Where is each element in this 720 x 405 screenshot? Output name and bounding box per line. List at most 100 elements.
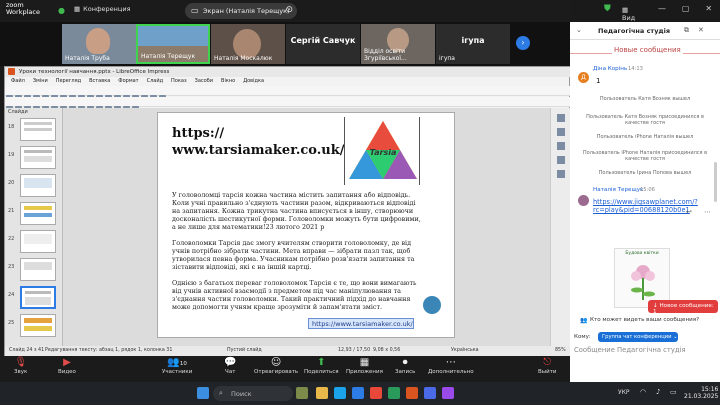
search-icon: ⌕ <box>219 389 223 397</box>
share-button[interactable]: ⬆ Поделиться <box>304 358 339 376</box>
next-page-icon[interactable]: › <box>516 36 530 50</box>
menu-slide[interactable]: Слайд <box>147 78 163 86</box>
menu-insert[interactable]: Вставка <box>89 78 110 86</box>
slide-thumbnail[interactable] <box>20 258 56 281</box>
windows-start-icon[interactable] <box>197 387 209 399</box>
impress-menu-bar: Файл Зміни Перегляд Вставка Формат Слайд… <box>5 77 571 86</box>
master-slides-icon[interactable] <box>557 156 565 164</box>
popout-icon[interactable]: ⧉ <box>684 26 689 35</box>
impress-title-bar: Уроки технології навчання.pptx - LibreOf… <box>5 67 571 77</box>
chat-sender-name[interactable]: Наталія Терещук <box>593 187 643 193</box>
taskbar-search[interactable]: ⌕ Поиск <box>213 386 293 401</box>
security-shield-icon[interactable]: ⛊ <box>604 4 611 14</box>
impress-taskbar-icon[interactable] <box>406 387 418 399</box>
leave-button[interactable]: ⎋ Выйти <box>538 357 556 376</box>
slide-paragraph-2[interactable]: Головоломки Тарсія дає змогу вчителям ст… <box>172 239 422 271</box>
menu-view[interactable]: Перегляд <box>56 78 81 86</box>
minimize-icon[interactable]: — <box>658 4 666 13</box>
participant-tile[interactable]: Наталія Москалюк <box>211 24 285 64</box>
chat-close-icon[interactable]: ✕ <box>698 26 704 34</box>
slide-link-textbox[interactable]: https://www.tarsiamaker.co.uk/ <box>308 318 414 329</box>
video-gallery: Наталія Труба Наталія Терещук Наталія Мо… <box>0 22 570 66</box>
react-button[interactable]: ☺ Отреагировать <box>254 358 298 376</box>
recipient-selector[interactable]: Группа чат конференции ⌄ <box>598 332 678 342</box>
new-message-button[interactable]: ↓ Новое сообщение: 1 <box>648 300 718 315</box>
chat-message[interactable]: 1 <box>596 77 600 85</box>
record-button[interactable]: ⏺ Запись <box>395 358 415 376</box>
participant-tile-active[interactable]: Наталія Терещук <box>136 24 210 64</box>
logo-text: Tarsia <box>370 148 397 157</box>
chat-button[interactable]: 💬 Чат <box>224 358 236 376</box>
taskbar-clock[interactable]: 15:16 21.03.2025 <box>684 386 718 400</box>
volume-icon[interactable]: ♪ <box>656 388 660 396</box>
leave-icon: ⎋ <box>543 357 552 368</box>
chat-link-message[interactable]: https://www.jigsawplanet.com/?rc=play&pi… <box>593 198 698 214</box>
view-button[interactable]: ▦ Вид <box>622 6 635 22</box>
conference-button[interactable]: ▦ Конференция <box>74 5 131 13</box>
navigator-icon[interactable] <box>557 170 565 178</box>
participants-button[interactable]: 👥10 Участники <box>162 358 192 376</box>
slide-thumbnail[interactable] <box>20 202 56 225</box>
slide-transition-icon[interactable] <box>557 128 565 136</box>
menu-tools[interactable]: Засоби <box>195 78 213 86</box>
shield-icon[interactable]: ● <box>58 6 65 15</box>
slide-thumbnail-selected[interactable] <box>20 286 56 309</box>
zoom-app-icon[interactable] <box>352 387 364 399</box>
audio-button[interactable]: 🎙 Звук <box>14 358 27 376</box>
menu-slideshow[interactable]: Показ <box>171 78 187 86</box>
maximize-icon[interactable]: ▢ <box>682 4 690 13</box>
battery-icon[interactable]: ▭ <box>670 388 677 396</box>
chat-sender-name[interactable]: Діна Корінь <box>593 66 627 72</box>
more-button[interactable]: ⋯ Дополнительно <box>428 358 474 376</box>
slide-thumbnail[interactable] <box>20 230 56 253</box>
chat-scrollbar[interactable] <box>714 162 717 202</box>
menu-help[interactable]: Довідка <box>243 78 264 86</box>
cursor-highlight <box>423 296 441 314</box>
participant-tile[interactable]: ігупа ігупа <box>436 24 510 64</box>
participant-tile[interactable]: Відділ освіти Згуріївської... <box>361 24 435 64</box>
file-explorer-icon[interactable] <box>316 387 328 399</box>
participant-tile[interactable]: Наталія Труба <box>62 24 136 64</box>
edge-browser-icon[interactable] <box>334 387 346 399</box>
menu-window[interactable]: Вікно <box>221 78 235 86</box>
zoom-logo: zoom Workplace <box>6 1 40 16</box>
system-message: Пользователь iPhone Наталія присоединилс… <box>582 150 708 162</box>
animation-icon[interactable] <box>557 142 565 150</box>
zoom-top-bar: zoom Workplace ● ▦ Конференция ▭ Экран (Н… <box>0 0 635 22</box>
properties-icon[interactable] <box>557 114 565 122</box>
screen-share-pill[interactable]: ▭ Экран (Наталія Терещук) ⊙ <box>185 3 297 19</box>
chat-message-input[interactable]: Сообщение Педагогічна студія <box>574 346 716 354</box>
chat-header: ⌄ Педагогічна студія ⧉ ✕ <box>570 22 720 40</box>
more-options-icon[interactable]: ⊙ <box>285 5 293 15</box>
zoom-control-bar: 🎙 Звук ▶ Видео 👥10 Участники 💬 Чат ☺ Отреагир… <box>0 356 570 382</box>
close-icon[interactable]: ✕ <box>705 4 712 13</box>
menu-file[interactable]: Файл <box>11 78 25 86</box>
impress-app-icon <box>8 68 15 75</box>
menu-format[interactable]: Формат <box>118 78 138 86</box>
flower-diagram-icon <box>631 265 655 300</box>
slide-thumbnail[interactable] <box>20 146 56 169</box>
slide-url-title[interactable]: https:// www.tarsiamaker.co.uk/ <box>172 125 344 159</box>
chevron-down-icon[interactable]: ⌄ <box>576 26 582 34</box>
slide-canvas[interactable]: https:// www.tarsiamaker.co.uk/ Tarsia У… <box>157 112 455 338</box>
slide-thumbnail[interactable] <box>20 118 56 141</box>
slide-paragraph-1[interactable]: У головоломці тарсія кожна частина місти… <box>172 191 422 231</box>
menu-edit[interactable]: Зміни <box>33 78 48 86</box>
reply-icon[interactable]: ↩ <box>686 208 692 216</box>
app-icon[interactable] <box>388 387 400 399</box>
video-button[interactable]: ▶ Видео <box>58 358 76 376</box>
chrome-icon[interactable] <box>370 387 382 399</box>
wifi-icon[interactable]: ◠ <box>640 388 646 396</box>
slide-paragraph-3[interactable]: Однією з багатьох переваг головоломок Та… <box>172 279 422 311</box>
slide-thumbnail[interactable] <box>20 314 56 337</box>
widget-icon[interactable] <box>296 387 308 399</box>
apps-button[interactable]: ▦ Приложения <box>346 358 383 376</box>
link-preview-image[interactable]: Будова квітки <box>614 248 670 308</box>
slides-pane: Слайди 18 19 20 21 22 23 24 25 <box>5 108 63 346</box>
app-icon[interactable] <box>442 387 454 399</box>
app-icon[interactable] <box>424 387 436 399</box>
participant-tile[interactable]: Сергій Савчук <box>286 24 360 64</box>
slide-thumbnail[interactable] <box>20 174 56 197</box>
keyboard-language[interactable]: УКР <box>618 389 630 396</box>
more-icon[interactable]: ⋯ <box>704 208 711 216</box>
